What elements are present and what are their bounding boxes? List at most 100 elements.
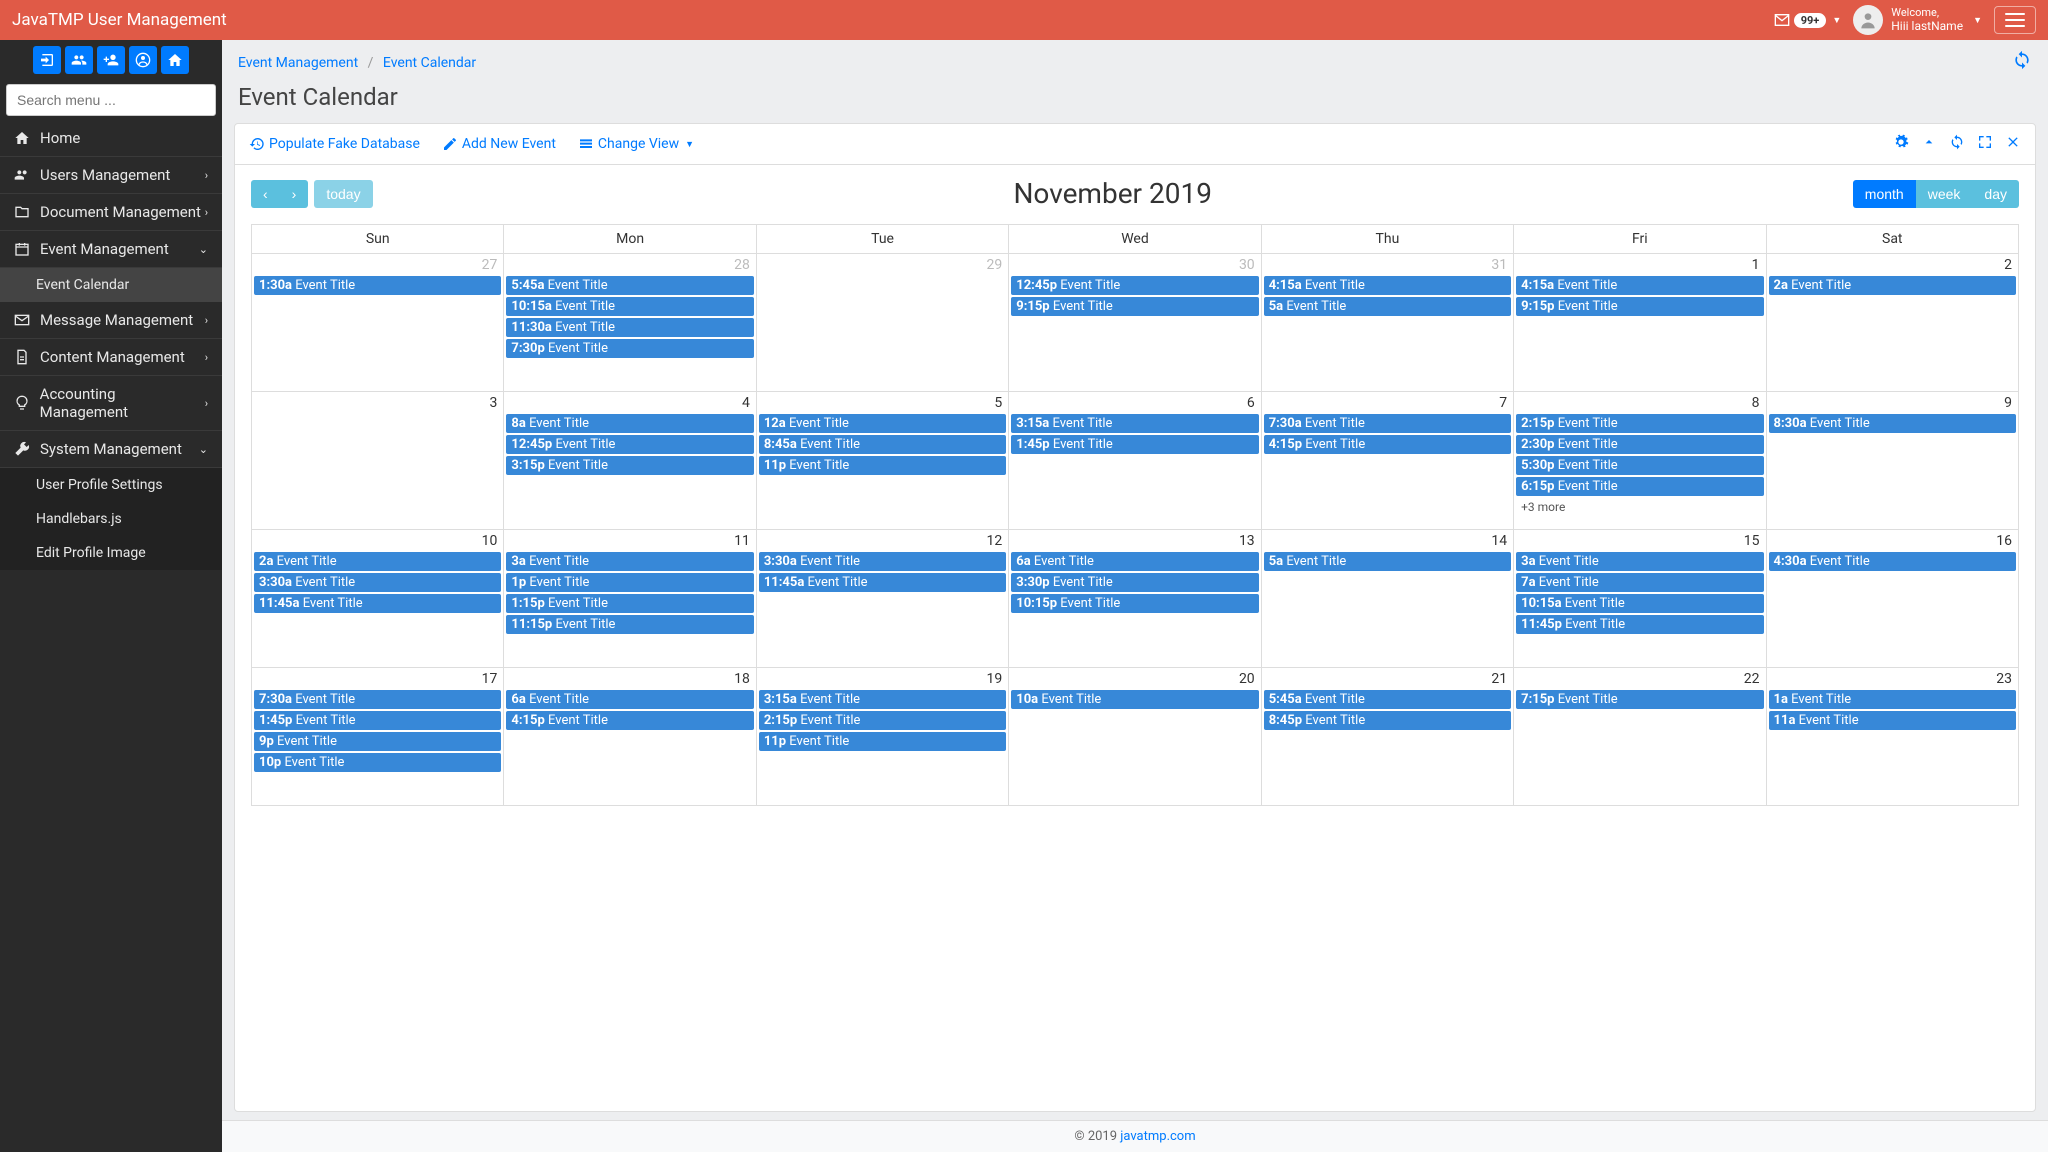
collapse-icon[interactable] — [1921, 134, 1937, 154]
calendar-cell[interactable]: 271:30a Event Title — [252, 254, 504, 392]
calendar-event[interactable]: 3:15a Event Title — [1011, 414, 1258, 433]
today-button[interactable]: today — [314, 180, 372, 208]
sidebar-item-event-management[interactable]: Event Management⌄ — [0, 231, 222, 268]
calendar-event[interactable]: 11:30a Event Title — [506, 318, 753, 337]
calendar-cell[interactable]: 77:30a Event Title4:15p Event Title — [1261, 392, 1513, 530]
calendar-event[interactable]: 2a Event Title — [254, 552, 501, 571]
calendar-event[interactable]: 7:30p Event Title — [506, 339, 753, 358]
fullscreen-icon[interactable] — [1977, 134, 1993, 154]
calendar-event[interactable]: 1:45p Event Title — [254, 711, 501, 730]
calendar-event[interactable]: 8a Event Title — [506, 414, 753, 433]
calendar-event[interactable]: 1:45p Event Title — [1011, 435, 1258, 454]
sidebar-item-message-management[interactable]: Message Management› — [0, 302, 222, 339]
calendar-event[interactable]: 5a Event Title — [1264, 552, 1511, 571]
calendar-cell[interactable]: 153a Event Title7a Event Title10:15a Eve… — [1514, 530, 1766, 668]
calendar-event[interactable]: 2a Event Title — [1769, 276, 2016, 295]
calendar-event[interactable]: 1p Event Title — [506, 573, 753, 592]
add-user-button[interactable] — [97, 46, 125, 74]
submenu-item-user-profile-settings[interactable]: User Profile Settings — [0, 468, 222, 502]
calendar-event[interactable]: 7:15p Event Title — [1516, 690, 1763, 709]
calendar-cell[interactable]: 227:15p Event Title — [1514, 668, 1766, 806]
calendar-cell[interactable]: 14:15a Event Title9:15p Event Title — [1514, 254, 1766, 392]
calendar-event[interactable]: 2:15p Event Title — [759, 711, 1006, 730]
close-icon[interactable] — [2005, 134, 2021, 154]
calendar-cell[interactable]: 113a Event Title1p Event Title1:15p Even… — [504, 530, 756, 668]
calendar-cell[interactable]: 231a Event Title11a Event Title — [1766, 668, 2018, 806]
calendar-event[interactable]: 12:45p Event Title — [506, 435, 753, 454]
calendar-event[interactable]: 11:45p Event Title — [1516, 615, 1763, 634]
calendar-cell[interactable]: 123:30a Event Title11:45a Event Title — [756, 530, 1008, 668]
calendar-cell[interactable]: 102a Event Title3:30a Event Title11:45a … — [252, 530, 504, 668]
user-menu[interactable]: Welcome, Hiii lastName ▼ — [1853, 5, 1982, 35]
calendar-cell[interactable]: 63:15a Event Title1:45p Event Title — [1009, 392, 1261, 530]
calendar-cell[interactable]: 136a Event Title3:30p Event Title10:15p … — [1009, 530, 1261, 668]
calendar-event[interactable]: 3:30p Event Title — [1011, 573, 1258, 592]
calendar-cell[interactable]: 3012:45p Event Title9:15p Event Title — [1009, 254, 1261, 392]
calendar-cell[interactable]: 29 — [756, 254, 1008, 392]
sidebar-item-accounting-management[interactable]: Accounting Management› — [0, 376, 222, 431]
calendar-event[interactable]: 10:15a Event Title — [1516, 594, 1763, 613]
more-events-link[interactable]: +3 more — [1516, 498, 1763, 516]
calendar-event[interactable]: 1a Event Title — [1769, 690, 2016, 709]
search-input[interactable] — [6, 84, 216, 116]
calendar-event[interactable]: 8:45p Event Title — [1264, 711, 1511, 730]
submenu-item-edit-profile-image[interactable]: Edit Profile Image — [0, 536, 222, 570]
calendar-cell[interactable]: 285:45a Event Title10:15a Event Title11:… — [504, 254, 756, 392]
calendar-event[interactable]: 1:15p Event Title — [506, 594, 753, 613]
submenu-item-handlebars-js[interactable]: Handlebars.js — [0, 502, 222, 536]
profile-button[interactable] — [129, 46, 157, 74]
calendar-event[interactable]: 9p Event Title — [254, 732, 501, 751]
calendar-event[interactable]: 2:30p Event Title — [1516, 435, 1763, 454]
calendar-event[interactable]: 5:30p Event Title — [1516, 456, 1763, 475]
calendar-event[interactable]: 3a Event Title — [1516, 552, 1763, 571]
calendar-cell[interactable]: 98:30a Event Title — [1766, 392, 2018, 530]
settings-icon[interactable] — [1893, 134, 1909, 154]
calendar-event[interactable]: 8:30a Event Title — [1769, 414, 2016, 433]
calendar-event[interactable]: 3:15p Event Title — [506, 456, 753, 475]
day-view-button[interactable]: day — [1972, 180, 2019, 208]
calendar-event[interactable]: 4:15p Event Title — [506, 711, 753, 730]
calendar-event[interactable]: 3:30a Event Title — [254, 573, 501, 592]
calendar-cell[interactable]: 48a Event Title12:45p Event Title3:15p E… — [504, 392, 756, 530]
calendar-event[interactable]: 4:30a Event Title — [1769, 552, 2016, 571]
calendar-cell[interactable]: 2010a Event Title — [1009, 668, 1261, 806]
sidebar-item-document-management[interactable]: Document Management› — [0, 194, 222, 231]
prev-button[interactable]: ‹ — [251, 180, 280, 208]
calendar-event[interactable]: 8:45a Event Title — [759, 435, 1006, 454]
calendar-event[interactable]: 11p Event Title — [759, 456, 1006, 475]
calendar-event[interactable]: 3:15a Event Title — [759, 690, 1006, 709]
populate-database-button[interactable]: Populate Fake Database — [249, 136, 420, 152]
notifications-button[interactable]: 99+ ▼ — [1774, 12, 1842, 28]
sidebar-item-system-management[interactable]: System Management⌄ — [0, 431, 222, 468]
home-button[interactable] — [161, 46, 189, 74]
calendar-cell[interactable]: 512a Event Title8:45a Event Title11p Eve… — [756, 392, 1008, 530]
calendar-event[interactable]: 10a Event Title — [1011, 690, 1258, 709]
calendar-event[interactable]: 3:30a Event Title — [759, 552, 1006, 571]
calendar-event[interactable]: 2:15p Event Title — [1516, 414, 1763, 433]
logout-button[interactable] — [33, 46, 61, 74]
calendar-event[interactable]: 1:30a Event Title — [254, 276, 501, 295]
refresh-button[interactable] — [2012, 50, 2032, 75]
breadcrumb-parent[interactable]: Event Management — [238, 55, 358, 71]
calendar-cell[interactable]: 186a Event Title4:15p Event Title — [504, 668, 756, 806]
calendar-event[interactable]: 7a Event Title — [1516, 573, 1763, 592]
calendar-event[interactable]: 11:45a Event Title — [254, 594, 501, 613]
calendar-cell[interactable]: 82:15p Event Title2:30p Event Title5:30p… — [1514, 392, 1766, 530]
calendar-event[interactable]: 12a Event Title — [759, 414, 1006, 433]
calendar-cell[interactable]: 3 — [252, 392, 504, 530]
calendar-event[interactable]: 6a Event Title — [1011, 552, 1258, 571]
calendar-event[interactable]: 4:15a Event Title — [1516, 276, 1763, 295]
calendar-event[interactable]: 5:45a Event Title — [506, 276, 753, 295]
calendar-event[interactable]: 3a Event Title — [506, 552, 753, 571]
calendar-event[interactable]: 10:15a Event Title — [506, 297, 753, 316]
footer-link[interactable]: javatmp.com — [1120, 1129, 1195, 1144]
calendar-event[interactable]: 9:15p Event Title — [1516, 297, 1763, 316]
month-view-button[interactable]: month — [1853, 180, 1916, 208]
calendar-cell[interactable]: 177:30a Event Title1:45p Event Title9p E… — [252, 668, 504, 806]
users-button[interactable] — [65, 46, 93, 74]
calendar-event[interactable]: 11:45a Event Title — [759, 573, 1006, 592]
calendar-cell[interactable]: 314:15a Event Title5a Event Title — [1261, 254, 1513, 392]
calendar-event[interactable]: 11:15p Event Title — [506, 615, 753, 634]
calendar-cell[interactable]: 22a Event Title — [1766, 254, 2018, 392]
calendar-cell[interactable]: 193:15a Event Title2:15p Event Title11p … — [756, 668, 1008, 806]
